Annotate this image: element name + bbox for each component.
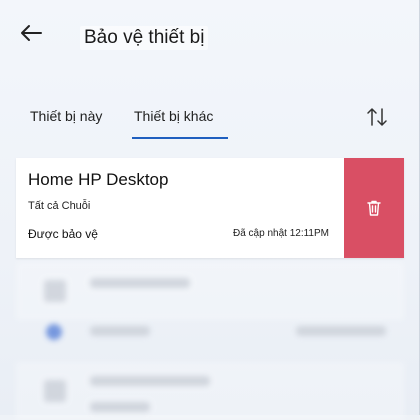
status-dot-icon <box>46 324 62 340</box>
blurred-device-list <box>16 262 404 420</box>
device-name: Home HP Desktop <box>28 170 169 189</box>
device-placeholder-icon <box>44 380 66 402</box>
device-protection-screen: Bảo vệ thiết bị Thiết bị này Thiết bị kh… <box>0 0 420 420</box>
sort-button[interactable] <box>364 104 390 130</box>
last-updated: Đã cập nhật 12:11PM <box>233 228 329 239</box>
tab-other-devices[interactable]: Thiết bị khác <box>134 108 213 124</box>
device-placeholder-icon <box>44 280 66 302</box>
arrow-left-icon <box>21 25 42 41</box>
protection-status: Được bảo vệ <box>28 227 98 241</box>
device-tabs: Thiết bị này Thiết bị khác <box>0 100 420 144</box>
trash-icon <box>367 200 381 216</box>
device-card[interactable]: Home HP Desktop Tất cả Chuỗi Được bảo vệ… <box>16 158 404 258</box>
list-item <box>16 306 404 364</box>
sort-arrows-icon <box>367 108 387 126</box>
tab-this-device[interactable]: Thiết bị này <box>30 108 102 124</box>
tab-selected-indicator <box>132 137 228 139</box>
list-item <box>16 362 404 420</box>
device-group: Tất cả Chuỗi <box>28 200 91 212</box>
delete-device-button[interactable] <box>344 158 404 258</box>
back-button[interactable] <box>16 18 46 48</box>
header: Bảo vệ thiết bị <box>0 0 420 72</box>
page-title: Bảo vệ thiết bị <box>80 26 209 50</box>
